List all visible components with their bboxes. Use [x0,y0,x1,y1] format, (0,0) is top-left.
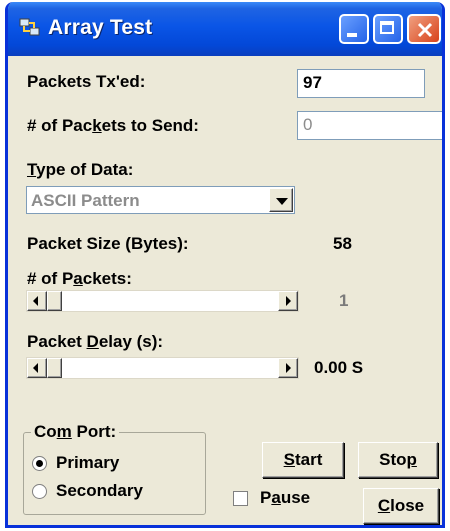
radio-primary[interactable] [32,456,47,471]
scroll-left-icon[interactable] [27,358,47,378]
close-button[interactable]: Close [363,488,439,524]
packets-txed-label: Packets Tx'ed: [27,72,146,91]
com-port-label: Com Port: [31,422,120,442]
packets-to-send-label: # of Packets to Send: [27,116,199,135]
packets-to-send-field[interactable]: 0 [297,111,442,140]
slider-thumb[interactable] [47,358,62,378]
scroll-right-icon[interactable] [278,291,298,311]
type-of-data-value: ASCII Pattern [31,191,140,210]
num-packets-label: # of Packets: [27,269,132,288]
packet-delay-label: Packet Delay (s): [27,332,164,351]
packet-delay-slider[interactable] [26,357,299,379]
radio-secondary[interactable] [32,484,47,499]
type-of-data-label: Type of Data: [27,160,134,179]
pause-checkbox[interactable] [233,491,248,506]
com-port-group [23,432,206,515]
packet-size-value: 58 [333,234,352,253]
num-packets-slider[interactable] [26,290,299,312]
array-test-window: Array Test Packets Tx'ed: 97 # of Packet… [5,2,445,528]
stop-button[interactable]: Stop [358,442,438,478]
network-icon [19,18,40,36]
maximize-button[interactable] [373,14,403,44]
scroll-left-icon[interactable] [27,291,47,311]
slider-thumb[interactable] [47,291,62,311]
start-button[interactable]: Start [262,442,344,478]
scroll-right-icon[interactable] [278,358,298,378]
radio-secondary-label[interactable]: Secondary [56,481,143,501]
packet-delay-value: 0.00 S [314,358,364,377]
minimize-button[interactable] [339,14,369,44]
chevron-down-icon[interactable] [269,188,293,212]
type-of-data-dropdown[interactable]: ASCII Pattern [26,186,295,214]
packet-size-label: Packet Size (Bytes): [27,234,189,253]
close-icon [417,22,433,38]
window-title: Array Test [48,16,153,39]
close-window-button[interactable] [407,14,441,44]
packets-txed-field[interactable]: 97 [297,69,425,98]
pause-label[interactable]: Pause [260,488,310,508]
num-packets-value: 1 [339,291,349,310]
radio-primary-label[interactable]: Primary [56,453,119,473]
title-bar[interactable]: Array Test [8,2,442,56]
